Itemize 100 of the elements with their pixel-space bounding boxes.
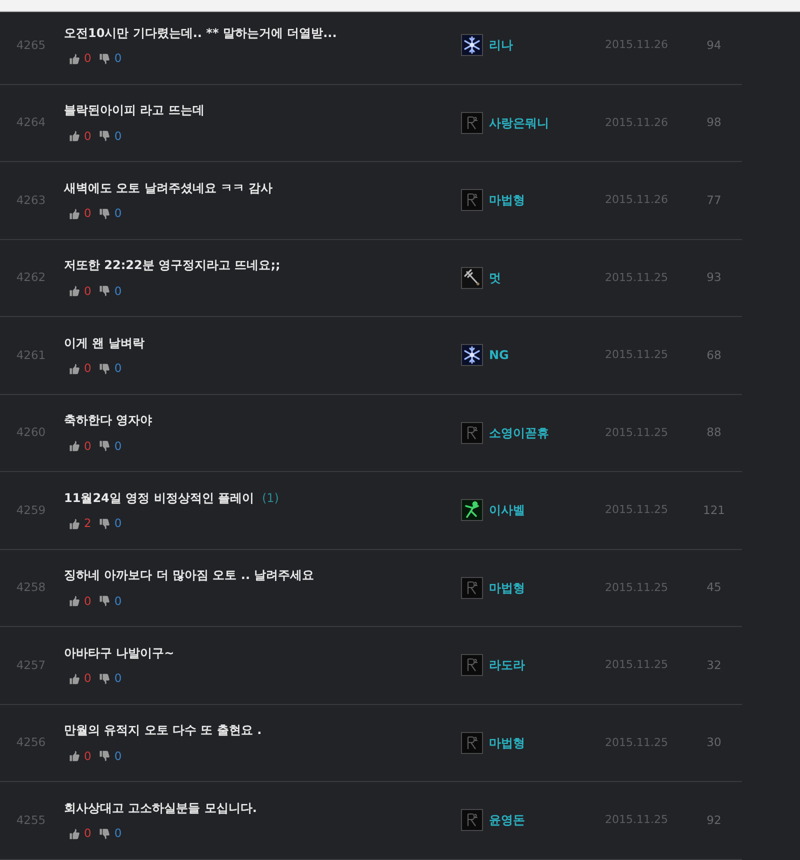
thumbs-up-icon[interactable] (69, 362, 80, 375)
post-date: 2015.11.25 (605, 424, 669, 440)
post-title[interactable]: 이게 왠 날벼락 (64, 334, 144, 352)
author-name[interactable]: 마법형 (489, 734, 525, 752)
author-name[interactable]: 마법형 (489, 191, 525, 210)
like-count: 2 (84, 515, 92, 532)
like-count: 0 (84, 825, 92, 842)
author-name[interactable]: 윤영돈 (489, 811, 525, 830)
author-name[interactable]: 이사벨 (489, 501, 525, 520)
dislike-count: 0 (114, 670, 122, 688)
post-date: 2015.11.25 (605, 734, 669, 750)
thumbs-down-icon[interactable] (99, 208, 110, 220)
view-count: 92 (706, 812, 722, 829)
thumbs-up-icon[interactable] (69, 672, 80, 685)
thumbs-up-icon[interactable] (69, 285, 80, 298)
thumbs-down-icon[interactable] (99, 52, 110, 65)
post-date: 2015.11.26 (605, 37, 669, 53)
emblem-icon (461, 654, 483, 676)
view-count: 45 (706, 579, 722, 596)
post-title[interactable]: 아바타구 나발이구~ (64, 644, 174, 662)
thumbs-up-icon[interactable] (69, 440, 80, 452)
post-date: 2015.11.25 (605, 347, 669, 363)
post-number: 4257 (15, 656, 47, 674)
thumbs-up-icon[interactable] (69, 130, 80, 142)
view-count: 68 (706, 346, 722, 364)
post-number: 4265 (15, 36, 47, 54)
thumbs-down-icon[interactable] (99, 130, 110, 142)
post-title[interactable]: 저또한 22:22분 영구정지라고 뜨네요;; (64, 256, 280, 274)
post-number: 4262 (15, 269, 47, 286)
figure-icon (461, 499, 483, 522)
thumbs-down-icon[interactable] (99, 595, 110, 608)
view-count: 30 (706, 734, 722, 752)
author-name[interactable]: 리나 (489, 36, 513, 54)
post-title[interactable]: 축하한다 영자야 (64, 411, 152, 430)
dislike-count: 0 (114, 50, 122, 68)
thumbs-up-icon[interactable] (69, 518, 80, 530)
view-count: 32 (706, 656, 722, 674)
post-title[interactable]: 오전10시만 기다렸는데.. ** 말하는거에 더열받... (64, 24, 337, 42)
post-number: 4258 (15, 579, 47, 596)
like-count: 0 (84, 748, 92, 765)
post-number: 4261 (15, 346, 47, 364)
post-title[interactable]: 만월의 유적지 오토 다수 또 출현요 . (64, 721, 262, 740)
post-title[interactable]: 블락된아이피 라고 뜨는데 (64, 101, 204, 120)
thumbs-down-icon[interactable] (99, 750, 110, 762)
author-name[interactable]: 라도라 (489, 656, 525, 674)
post-title[interactable]: 징하네 아까보다 더 많아짐 오토 .. 날려주세요 (64, 566, 314, 584)
dislike-count: 0 (114, 592, 122, 610)
like-count: 0 (84, 438, 92, 455)
like-count: 0 (84, 282, 92, 300)
emblem-icon (461, 732, 483, 754)
post-date: 2015.11.25 (605, 580, 669, 596)
emblem-icon (461, 809, 483, 832)
like-count: 0 (84, 360, 92, 378)
post-title[interactable]: 새벽에도 오토 날려주셨네요 ㅋㅋ 감사 (64, 178, 273, 197)
dislike-count: 0 (114, 515, 122, 532)
thumbs-down-icon[interactable] (99, 828, 110, 840)
dislike-count: 0 (114, 825, 122, 842)
like-count: 0 (84, 50, 92, 68)
thumbs-down-icon[interactable] (99, 285, 110, 298)
thumbs-up-icon[interactable] (69, 595, 80, 608)
emblem-icon (461, 112, 483, 134)
thumbs-up-icon[interactable] (69, 208, 80, 220)
like-count: 0 (84, 592, 92, 610)
dislike-count: 0 (114, 205, 122, 222)
author-name[interactable]: 멋 (489, 268, 501, 287)
author-name[interactable]: 사랑은뭐니 (489, 114, 549, 132)
view-count: 94 (706, 36, 722, 54)
post-title[interactable]: 11월24일 영정 비정상적인 플레이 (64, 488, 254, 507)
thumbs-down-icon[interactable] (99, 672, 110, 685)
snowflake-icon (461, 344, 483, 366)
thumbs-up-icon[interactable] (69, 750, 80, 762)
post-date: 2015.11.26 (605, 192, 669, 208)
thumbs-down-icon[interactable] (99, 518, 110, 530)
dislike-count: 0 (114, 748, 122, 765)
comment-count[interactable]: (1) (262, 488, 279, 507)
thumbs-up-icon[interactable] (69, 828, 80, 840)
post-date: 2015.11.26 (605, 114, 669, 130)
author-name[interactable]: NG (489, 346, 509, 364)
post-title[interactable]: 회사상대고 고소하실분들 모십니다. (64, 798, 257, 817)
post-number: 4263 (15, 192, 47, 209)
author-name[interactable]: 소영이꼳휴 (489, 424, 549, 442)
view-count: 93 (706, 269, 722, 286)
thumbs-down-icon[interactable] (99, 440, 110, 452)
author-name[interactable]: 마법형 (489, 578, 525, 597)
like-count: 0 (84, 670, 92, 688)
thumbs-up-icon[interactable] (69, 52, 80, 65)
post-number: 4259 (15, 502, 47, 519)
view-count: 121 (702, 502, 726, 519)
dislike-count: 0 (114, 282, 122, 300)
thumbs-down-icon[interactable] (99, 362, 110, 375)
like-count: 0 (84, 205, 92, 222)
post-date: 2015.11.25 (605, 657, 669, 673)
view-count: 77 (706, 192, 722, 209)
post-date: 2015.11.25 (605, 812, 669, 828)
post-number: 4264 (15, 114, 47, 132)
post-number: 4256 (15, 734, 47, 752)
emblem-icon (461, 422, 483, 444)
dislike-count: 0 (114, 438, 122, 455)
post-date: 2015.11.25 (605, 270, 669, 286)
dislike-count: 0 (114, 128, 122, 145)
